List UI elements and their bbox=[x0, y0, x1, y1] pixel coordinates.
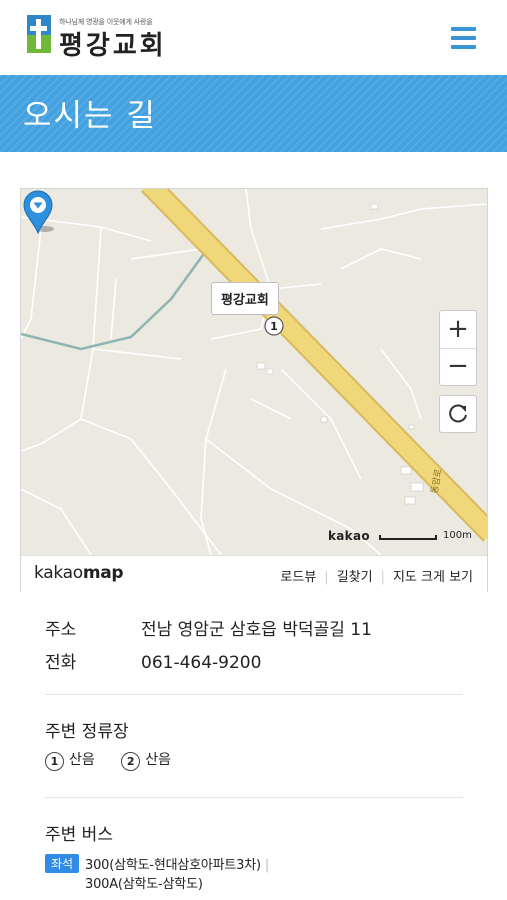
phone-label: 전화 bbox=[45, 653, 77, 673]
zoom-control: + − bbox=[439, 310, 477, 386]
bus-type-badge: 좌석 bbox=[45, 854, 80, 873]
place-label[interactable]: 평강교회 bbox=[211, 282, 279, 315]
refresh-icon bbox=[449, 404, 467, 423]
page-banner: 오시는 길 bbox=[0, 75, 507, 152]
directions-link[interactable]: 길찾기 bbox=[337, 570, 373, 585]
nearby-bus-title: 주변 버스 bbox=[45, 825, 113, 845]
map-footer: kakaomap 로드뷰 | 길찾기 | 지도 크게 보기 bbox=[21, 555, 487, 592]
address-label: 주소 bbox=[45, 620, 77, 640]
hamburger-menu-icon[interactable] bbox=[448, 24, 480, 52]
zoom-in-button[interactable]: + bbox=[440, 311, 476, 349]
site-name: 평강교회 bbox=[59, 31, 167, 61]
cross-logo-icon bbox=[27, 15, 51, 53]
bus-line[interactable]: 300(삼학도-현대삼호아파트3차) | bbox=[85, 854, 269, 873]
zoom-out-button[interactable]: − bbox=[440, 348, 476, 385]
site-header: 하나님께 영광을 이웃에게 사랑을 평강교회 bbox=[0, 0, 507, 76]
stop-item[interactable]: 2 산음 bbox=[121, 749, 171, 771]
map-background: 1 동암로 bbox=[21, 189, 487, 555]
page-title: 오시는 길 bbox=[23, 98, 157, 134]
site-logo[interactable]: 하나님께 영광을 이웃에게 사랑을 평강교회 bbox=[27, 15, 187, 61]
address-value: 전남 영암군 삼호읍 박덕골길 11 bbox=[141, 620, 372, 640]
location-pin-icon[interactable] bbox=[21, 189, 55, 235]
map-canvas[interactable]: 1 동암로 평강교회 + − kakao 100m bbox=[21, 189, 487, 555]
divider bbox=[45, 797, 463, 798]
roadview-link[interactable]: 로드뷰 bbox=[280, 570, 316, 585]
refresh-button[interactable] bbox=[439, 395, 477, 433]
bus-line[interactable]: 300A(삼학도-삼학도) bbox=[85, 873, 203, 892]
scale-text: 100m bbox=[443, 530, 472, 541]
kakao-watermark: kakao bbox=[328, 529, 370, 543]
phone-row: 전화 061-464-9200 bbox=[45, 648, 261, 673]
route-badge: 1 bbox=[270, 320, 278, 333]
scale-bar bbox=[379, 535, 437, 540]
nearby-stops-title: 주변 정류장 bbox=[45, 722, 129, 742]
map-widget: 1 동암로 평강교회 + − kakao 100m kakaomap 로드뷰 |… bbox=[20, 188, 488, 592]
nearby-stops-list: 1 산음 2 산음 bbox=[45, 749, 193, 771]
address-row: 주소 전남 영암군 삼호읍 박덕골길 11 bbox=[45, 615, 372, 640]
divider bbox=[45, 694, 463, 695]
view-large-map-link[interactable]: 지도 크게 보기 bbox=[393, 570, 473, 585]
kakaomap-logo[interactable]: kakaomap bbox=[34, 563, 124, 583]
map-links: 로드뷰 | 길찾기 | 지도 크게 보기 bbox=[280, 570, 473, 585]
stop-item[interactable]: 1 산음 bbox=[45, 749, 95, 771]
phone-value[interactable]: 061-464-9200 bbox=[141, 653, 261, 673]
